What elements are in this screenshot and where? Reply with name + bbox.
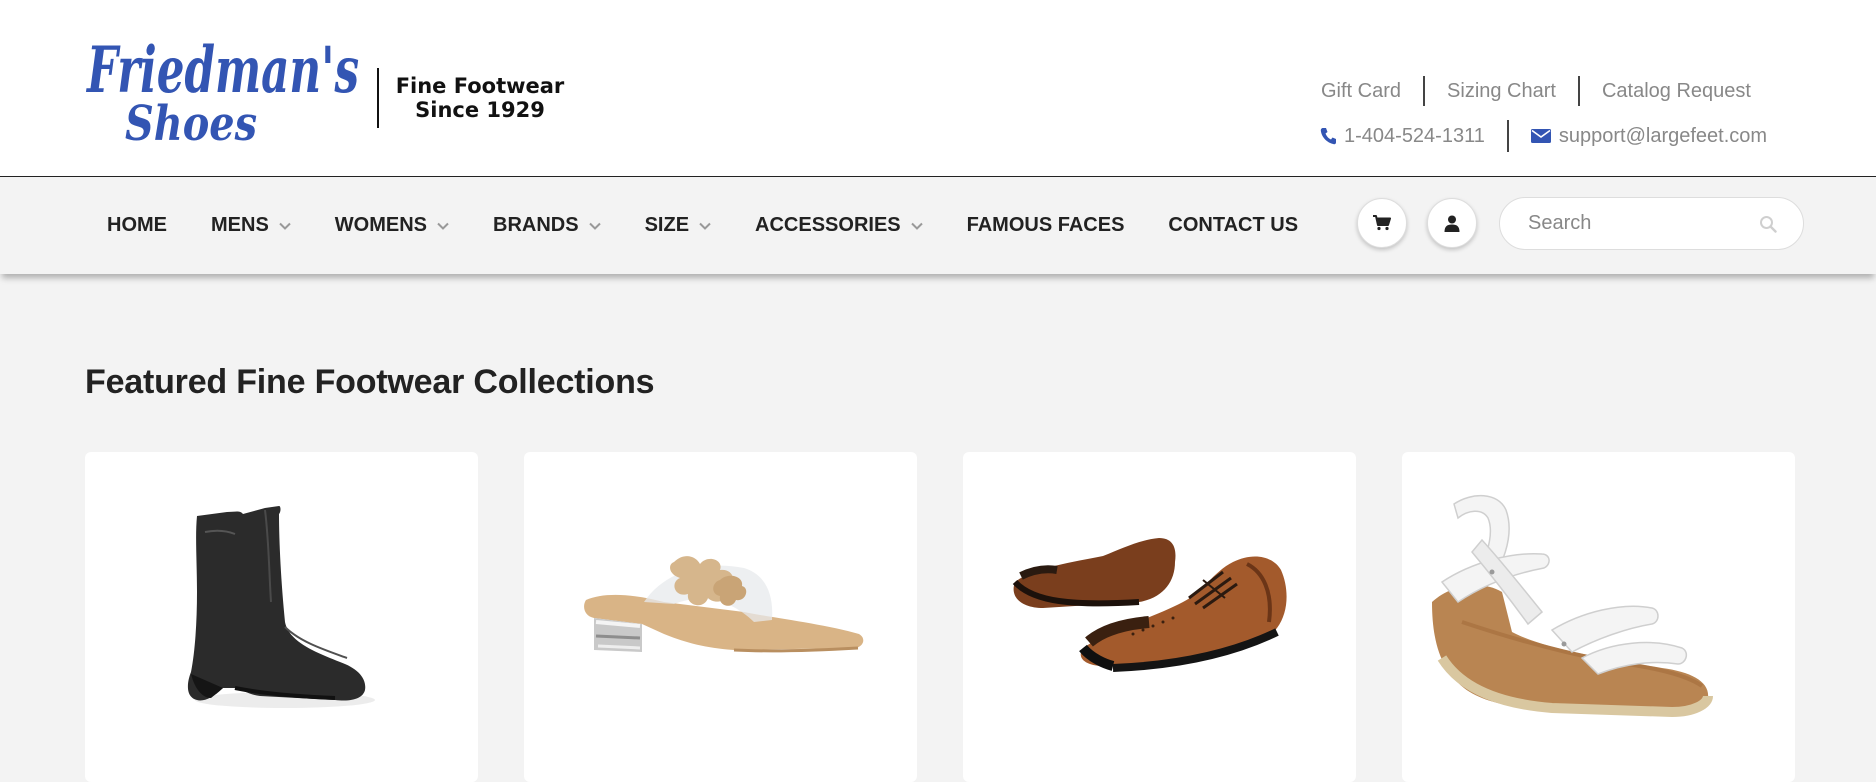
search-input[interactable] xyxy=(1526,211,1750,236)
nav-item-label: HOME xyxy=(107,214,167,236)
gift-card-link[interactable]: Gift Card xyxy=(1300,76,1423,106)
chevron-down-icon xyxy=(279,222,291,230)
clear-heeled-sandal-image xyxy=(584,556,864,653)
nav-item-label: FAMOUS FACES xyxy=(966,214,1125,236)
collection-card[interactable] xyxy=(1402,452,1795,782)
brown-wingtip-oxfords-image xyxy=(1012,538,1287,672)
nav-item-accessories[interactable]: ACCESSORIES xyxy=(733,177,945,274)
main-nav-bar: HOME MENS WOMENS BRANDS SIZE ACCESSORIES… xyxy=(0,177,1876,274)
collection-card[interactable] xyxy=(963,452,1356,782)
contact-row: 1-404-524-1311 support@largefeet.com xyxy=(1320,120,1789,152)
top-header: Friedman's Shoes Fine Footwear Since 192… xyxy=(0,0,1876,177)
nav-item-label: ACCESSORIES xyxy=(755,214,901,236)
logo-tagline: Fine Footwear Since 1929 xyxy=(385,74,575,122)
nav-item-mens[interactable]: MENS xyxy=(189,177,313,274)
nav-item-label: BRANDS xyxy=(493,214,579,236)
cart-icon xyxy=(1373,215,1391,231)
user-icon xyxy=(1444,215,1460,232)
phone-icon xyxy=(1320,128,1336,145)
chevron-down-icon xyxy=(699,222,711,230)
nav-item-famous-faces[interactable]: FAMOUS FACES xyxy=(945,177,1147,274)
main-nav: HOME MENS WOMENS BRANDS SIZE ACCESSORIES… xyxy=(85,177,1320,274)
utility-links: Gift Card Sizing Chart Catalog Request xyxy=(1300,76,1773,106)
sizing-chart-link[interactable]: Sizing Chart xyxy=(1425,76,1578,106)
white-wedge-sandal-image xyxy=(1432,494,1713,718)
email-link[interactable]: support@largefeet.com xyxy=(1509,125,1789,148)
nav-item-label: CONTACT US xyxy=(1168,214,1299,236)
envelope-icon xyxy=(1530,129,1551,143)
search-icon[interactable] xyxy=(1759,215,1777,233)
account-button[interactable] xyxy=(1427,198,1477,248)
catalog-request-link[interactable]: Catalog Request xyxy=(1580,76,1773,106)
logo-script: Friedman's Shoes xyxy=(86,33,359,150)
collection-card[interactable] xyxy=(524,452,917,782)
nav-item-home[interactable]: HOME xyxy=(85,177,189,274)
tagline-line2: Since 1929 xyxy=(415,98,545,122)
phone-number: 1-404-524-1311 xyxy=(1344,124,1485,147)
chevron-down-icon xyxy=(588,222,601,230)
section-title: Featured Fine Footwear Collections xyxy=(85,363,655,401)
nav-item-brands[interactable]: BRANDS xyxy=(471,177,623,274)
chevron-down-icon xyxy=(910,222,923,230)
chevron-down-icon xyxy=(437,222,449,230)
black-ankle-boot-image xyxy=(187,506,375,708)
logo-script-line2: Shoes xyxy=(125,96,257,150)
nav-item-womens[interactable]: WOMENS xyxy=(313,177,471,274)
nav-item-label: MENS xyxy=(211,214,269,236)
cart-button[interactable] xyxy=(1357,198,1407,248)
collection-cards xyxy=(85,452,1797,782)
tagline-line1: Fine Footwear xyxy=(395,74,565,98)
nav-item-contact-us[interactable]: CONTACT US xyxy=(1146,177,1320,274)
search-box xyxy=(1499,197,1804,250)
logo-divider xyxy=(377,68,379,128)
site-logo[interactable]: Friedman's Shoes Fine Footwear Since 192… xyxy=(85,30,575,150)
nav-item-label: WOMENS xyxy=(334,214,428,236)
email-address: support@largefeet.com xyxy=(1558,124,1768,147)
collection-card[interactable] xyxy=(85,452,478,782)
nav-item-size[interactable]: SIZE xyxy=(623,177,733,274)
phone-link[interactable]: 1-404-524-1311 xyxy=(1320,125,1507,148)
nav-item-label: SIZE xyxy=(644,214,690,236)
